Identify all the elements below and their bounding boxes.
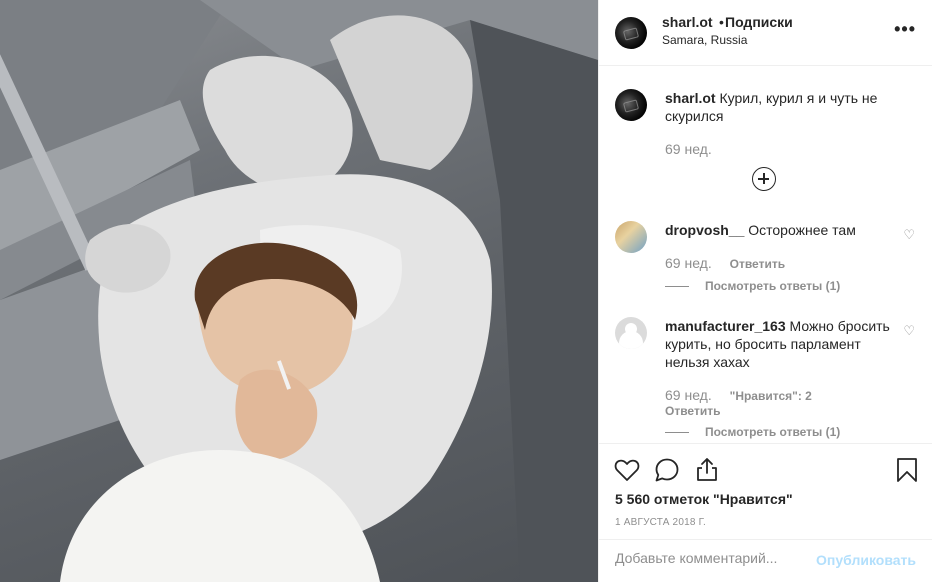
- share-icon[interactable]: [693, 456, 721, 484]
- author-avatar[interactable]: [615, 17, 647, 49]
- list-item: dropvosh__ Осторожнее там ♡ 69 нед. Отве…: [615, 221, 915, 301]
- comment-time[interactable]: 69 нед.: [665, 387, 712, 403]
- commenter-avatar[interactable]: [615, 221, 647, 253]
- post-location[interactable]: Samara, Russia: [662, 33, 747, 47]
- post-header: sharl.ot • Подписки Samara, Russia •••: [599, 0, 932, 66]
- view-replies-button[interactable]: Посмотреть ответы (1): [665, 425, 840, 439]
- plus-circle-icon[interactable]: [752, 167, 776, 191]
- comment-likes[interactable]: "Нравится": 2: [730, 389, 812, 403]
- view-replies-button[interactable]: Посмотреть ответы (1): [665, 279, 840, 293]
- comments-list[interactable]: sharl.ot Курил, курил я и чуть не скурил…: [599, 67, 932, 443]
- heart-icon[interactable]: ♡: [903, 227, 915, 243]
- post-actions: 5 560 отметок "Нравится" 1 АВГУСТА 2018 …: [599, 443, 932, 539]
- reply-button[interactable]: Ответить: [665, 404, 720, 418]
- commenter-avatar[interactable]: [615, 317, 647, 349]
- commenter-username[interactable]: dropvosh__: [665, 222, 744, 238]
- heart-icon[interactable]: [613, 456, 641, 484]
- comment-text-block: dropvosh__ Осторожнее там: [665, 221, 895, 239]
- post-photo[interactable]: [0, 0, 598, 582]
- more-icon[interactable]: •••: [894, 20, 916, 38]
- add-comment-bar: Опубликовать: [599, 539, 932, 582]
- commenter-username[interactable]: manufacturer_163: [665, 318, 786, 334]
- author-username[interactable]: sharl.ot: [662, 14, 713, 30]
- photo-illustration: [0, 0, 598, 582]
- caption-username[interactable]: sharl.ot: [665, 90, 716, 106]
- comment-input[interactable]: [615, 550, 805, 566]
- post-date[interactable]: 1 АВГУСТА 2018 Г.: [615, 517, 706, 528]
- publish-button[interactable]: Опубликовать: [816, 552, 916, 568]
- heart-icon[interactable]: ♡: [903, 323, 915, 339]
- caption-avatar[interactable]: [615, 89, 647, 121]
- divider: [665, 286, 689, 288]
- divider: [665, 432, 689, 434]
- likes-count[interactable]: 5 560 отметок "Нравится": [615, 491, 793, 507]
- bookmark-icon[interactable]: [893, 456, 921, 484]
- reply-button[interactable]: Ответить: [730, 257, 785, 271]
- caption-time[interactable]: 69 нед.: [665, 141, 712, 157]
- list-item: manufacturer_163 Можно бросить курить, н…: [615, 317, 915, 443]
- comment-meta: 69 нед. "Нравится": 2: [665, 387, 812, 403]
- comment-text-block: manufacturer_163 Можно бросить курить, н…: [665, 317, 895, 371]
- view-replies-label: Посмотреть ответы (1): [705, 279, 841, 293]
- post-details-panel: sharl.ot • Подписки Samara, Russia ••• s…: [598, 0, 932, 582]
- comment-meta: 69 нед. Ответить: [665, 255, 785, 271]
- comment-icon[interactable]: [653, 456, 681, 484]
- caption-text-block: sharl.ot Курил, курил я и чуть не скурил…: [665, 89, 895, 125]
- comment-time[interactable]: 69 нед.: [665, 255, 712, 271]
- follow-status-button[interactable]: Подписки: [725, 14, 793, 30]
- header-separator: •: [719, 14, 724, 30]
- caption: sharl.ot Курил, курил я и чуть не скурил…: [615, 89, 915, 169]
- comment-text: Осторожнее там: [748, 222, 856, 238]
- view-replies-label: Посмотреть ответы (1): [705, 425, 841, 439]
